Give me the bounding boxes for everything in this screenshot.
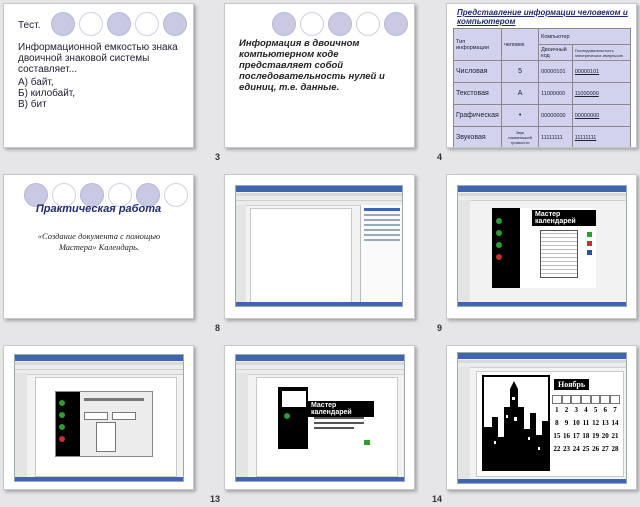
slide-body: Информационной емкостью знака двоичной з… [18, 42, 178, 75]
calendar-day-cell: 18 [582, 432, 590, 440]
wizard-title: Мастер календарей [308, 401, 374, 417]
calendar-wizard-dialog [55, 391, 153, 457]
wizard-title: Мастер календарей [532, 210, 596, 226]
calendar-day-cell [571, 395, 582, 404]
calendar-day-cell [561, 395, 572, 404]
table-row: Звуковая Звук наименьшей громкости 11111… [452, 126, 632, 147]
slide-body: Информация в двоичном компьютерном коде … [239, 38, 385, 93]
slide-canvas: Мастер календарей [224, 345, 415, 490]
slide-canvas [224, 174, 415, 319]
calendar-day-cell [590, 395, 601, 404]
calendar-day-cell: 11 [582, 419, 590, 427]
slide-canvas [3, 345, 194, 490]
table-row: Числовая 5 00000101 00000101 [452, 60, 632, 83]
slide-title: Тест. [18, 20, 41, 31]
slide-number: 4 [436, 152, 442, 162]
calendar-day-cell: 7 [613, 406, 617, 414]
calendar-day-cell [610, 395, 620, 404]
city-skyline-image [482, 375, 550, 471]
table-header: Тип информации [452, 28, 503, 61]
calendar-day-cell: 21 [611, 432, 619, 440]
comparison-table: Тип информации человек Компьютер Двоичны… [452, 28, 632, 147]
calendar-day-cell: 27 [601, 445, 609, 453]
calendar-day-cell: 5 [593, 406, 598, 414]
word-window-screenshot [235, 185, 403, 307]
calendar-day-cell: 6 [603, 406, 608, 414]
calendar-day-cell: 14 [611, 419, 619, 427]
slide-number: 13 [209, 494, 220, 504]
calendar-day-cell: 20 [601, 432, 609, 440]
calendar-day-cell: 26 [592, 445, 600, 453]
slide-canvas: Ноябрь 1 2 3 4 5 6 7 8 9 10 11 12 13 14 15 16 17 18 19 20 21… [446, 345, 637, 490]
calendar-day-cell [552, 395, 562, 404]
calendar-day-cell [581, 395, 591, 404]
calendar-day-cell: 4 [584, 406, 588, 414]
slide-title: Представление информации человеком и ком… [457, 8, 628, 26]
decorative-circles [51, 12, 187, 36]
calendar-day-cell: 1 [555, 406, 559, 414]
word-window-screenshot: Ноябрь 1 2 3 4 5 6 7 8 9 10 11 12 13 14 15 16 17 18 19 20 21… [457, 352, 627, 484]
word-window-screenshot: Мастер календарей [457, 185, 627, 307]
answer-option: Б) килобайт, [18, 88, 76, 99]
slide-body: «Создание документа с помощью Мастера» К… [37, 231, 161, 252]
slide-canvas: Мастер календарей [446, 174, 637, 319]
word-window-screenshot: Мастер календарей [235, 354, 405, 482]
calendar-day-cell: 3 [574, 406, 578, 414]
task-pane [360, 205, 402, 302]
slide-number: 9 [436, 323, 442, 333]
calendar-day-cell: 22 [553, 445, 561, 453]
calendar-day-cell: 8 [555, 419, 559, 427]
calendar-day-cell: 10 [572, 419, 580, 427]
answer-option: А) байт, [18, 77, 54, 88]
slide-canvas: Тест. Информационной емкостью знака двои… [3, 3, 194, 148]
calendar-day-cell: 19 [592, 432, 600, 440]
table-subheader: Двоичный код [538, 44, 573, 61]
skyline-drawing [484, 377, 548, 469]
calendar-day-cell: 24 [572, 445, 580, 453]
calendar-day-cell: 25 [582, 445, 590, 453]
calendar-week-row: 22 23 24 25 26 27 28 [552, 445, 620, 458]
calendar-week-row [552, 393, 620, 406]
table-header: человек [501, 28, 540, 61]
slide-canvas: Представление информации человеком и ком… [446, 3, 637, 148]
answer-option: В) бит [18, 99, 47, 110]
calendar-day-cell: 28 [611, 445, 619, 453]
slide-number: 3 [214, 152, 220, 162]
calendar-day-cell: 9 [564, 419, 569, 427]
slide-number: 14 [431, 494, 442, 504]
decorative-circles [272, 12, 408, 36]
calendar-month-title: Ноябрь [554, 379, 590, 390]
table-row: Графическая • 00000000 00000000 [452, 104, 632, 127]
calendar-grid: 1 2 3 4 5 6 7 8 9 10 11 12 13 14 15 16 17 18 19 20 21 22 23 24 2… [552, 393, 620, 458]
calendar-day-cell [600, 395, 611, 404]
table-subheader: Последовательность электрических импульс… [571, 44, 632, 61]
calendar-day-cell: 15 [553, 432, 561, 440]
calendar-week-row: 1234567 [552, 406, 620, 419]
calendar-week-row: 8 9 10 11 12 13 14 [552, 419, 620, 432]
slide-canvas: Практическая работа «Создание документа … [3, 174, 194, 319]
slide-canvas: Информация в двоичном компьютерном коде … [224, 3, 415, 148]
calendar-wizard-dialog: Мастер календарей [492, 208, 596, 288]
calendar-day-cell: 12 [592, 419, 600, 427]
calendar-day-cell: 2 [564, 406, 569, 414]
slide-number: 8 [214, 323, 220, 333]
calendar-wizard-dialog: Мастер календарей [278, 387, 374, 449]
slide-title: Практическая работа [35, 203, 162, 215]
calendar-day-cell: 17 [572, 432, 580, 440]
word-window-screenshot [14, 354, 184, 482]
calendar-day-cell: 16 [563, 432, 571, 440]
calendar-week-row: 15 16 17 18 19 20 21 [552, 432, 620, 445]
calendar-day-cell: 13 [601, 419, 609, 427]
calendar-day-cell: 23 [563, 445, 571, 453]
table-row: Текстовая А 11000000 11000000 [452, 82, 632, 105]
table-header: Компьютер [538, 28, 631, 45]
